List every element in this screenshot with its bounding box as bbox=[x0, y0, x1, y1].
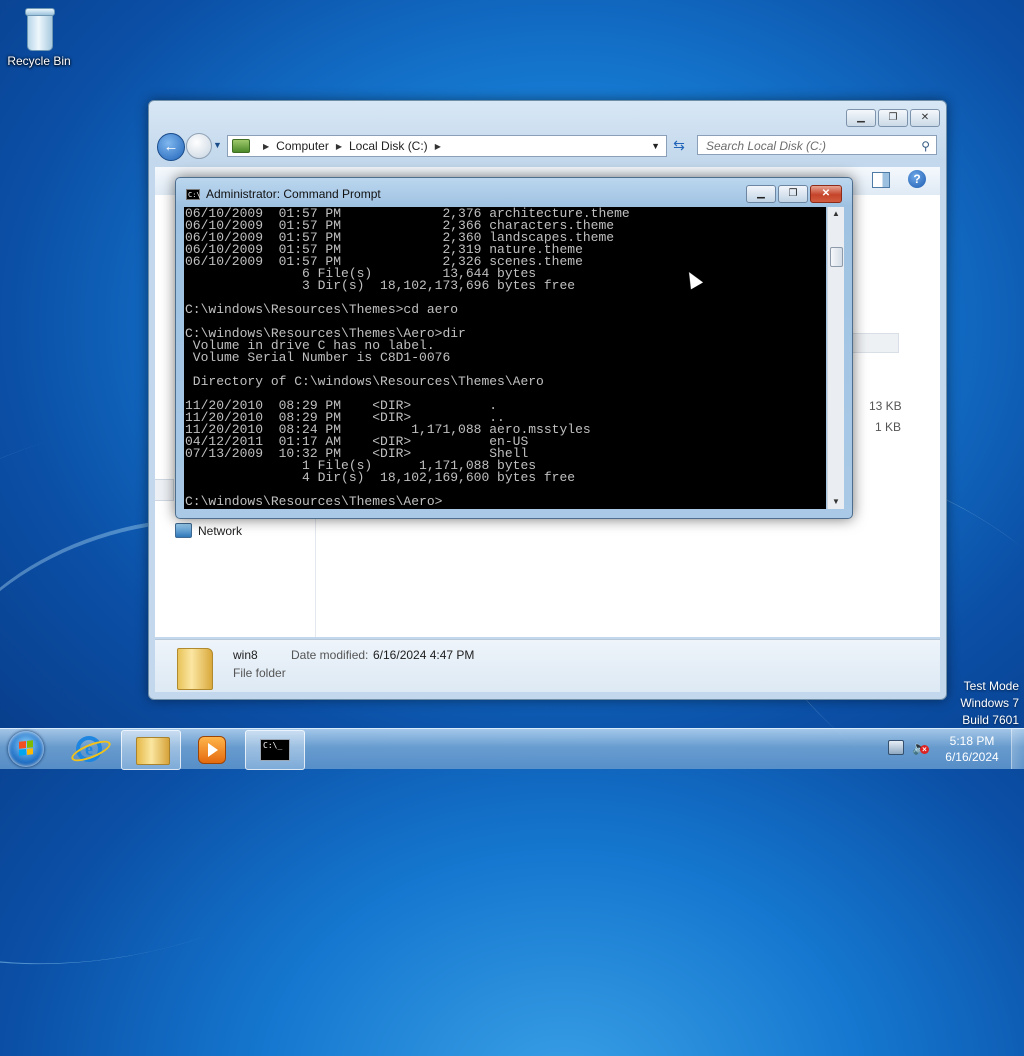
explorer-nav-bar: ← ▼ ▶ Computer ▶ Local Disk (C:) ▶ ▼ ⇆ S… bbox=[157, 133, 938, 161]
scroll-down-icon[interactable]: ▼ bbox=[828, 495, 844, 509]
media-player-icon bbox=[198, 736, 226, 764]
cmd-close-button[interactable]: ✕ bbox=[810, 185, 842, 203]
taskbar-windows-explorer[interactable] bbox=[121, 730, 181, 770]
clock-date: 6/16/2024 bbox=[945, 750, 999, 764]
folder-icon bbox=[136, 737, 170, 765]
details-item-type: File folder bbox=[233, 666, 286, 680]
recycle-bin-shortcut[interactable]: Recycle Bin bbox=[4, 6, 74, 68]
recycle-bin-label: Recycle Bin bbox=[7, 54, 71, 68]
forward-button[interactable] bbox=[186, 133, 212, 159]
breadcrumb-computer[interactable]: Computer bbox=[276, 139, 329, 153]
recycle-bin-icon bbox=[22, 6, 56, 51]
nav-item-network[interactable]: Network bbox=[175, 523, 242, 538]
console-scrollbar[interactable]: ▲ ▼ bbox=[827, 207, 844, 509]
watermark-line: Test Mode bbox=[963, 679, 1019, 693]
scroll-up-icon[interactable]: ▲ bbox=[828, 207, 844, 221]
clock-time: 5:18 PM bbox=[949, 734, 995, 748]
command-prompt-icon: C:\_ bbox=[260, 739, 290, 761]
computer-icon bbox=[232, 139, 250, 153]
cmd-minimize-button[interactable]: ▁ bbox=[746, 185, 776, 203]
start-button[interactable] bbox=[4, 729, 48, 769]
column-header[interactable] bbox=[845, 333, 899, 353]
recent-pages-dropdown-icon[interactable]: ▼ bbox=[213, 140, 222, 150]
taskbar-command-prompt[interactable]: C:\_ bbox=[245, 730, 305, 770]
watermark-line: Windows 7 bbox=[960, 696, 1019, 710]
test-mode-watermark: Test Mode Windows 7 Build 7601 bbox=[960, 678, 1019, 729]
search-placeholder: Search Local Disk (C:) bbox=[706, 139, 827, 153]
notification-area: 🔈× bbox=[888, 740, 929, 756]
console-output[interactable]: 06/10/2009 01:57 PM 2,376 architecture.t… bbox=[184, 207, 826, 509]
details-modified-value: 6/16/2024 4:47 PM bbox=[373, 648, 475, 662]
address-bar[interactable]: ▶ Computer ▶ Local Disk (C:) ▶ ▼ bbox=[227, 135, 667, 157]
taskbar-media-player[interactable] bbox=[182, 730, 240, 768]
network-icon bbox=[175, 523, 192, 538]
explorer-window-controls: ▁ ❐ ✕ bbox=[846, 109, 940, 127]
system-clock[interactable]: 5:18 PM 6/16/2024 bbox=[934, 733, 1010, 765]
scroll-thumb[interactable] bbox=[830, 247, 843, 267]
explorer-maximize-button[interactable]: ❐ bbox=[878, 109, 908, 127]
console-text: 06/10/2009 01:57 PM 2,376 architecture.t… bbox=[185, 207, 630, 509]
cmd-titlebar[interactable]: C:\ Administrator: Command Prompt bbox=[186, 187, 381, 201]
preview-pane-icon[interactable] bbox=[872, 172, 890, 188]
details-item-name: win8 bbox=[233, 648, 258, 662]
taskbar-internet-explorer[interactable]: e bbox=[60, 730, 118, 768]
windows-logo-icon bbox=[19, 740, 33, 756]
details-modified-label: Date modified: bbox=[291, 648, 369, 662]
chevron-right-icon[interactable]: ▶ bbox=[435, 142, 441, 151]
search-icon[interactable]: ⚲ bbox=[921, 136, 930, 156]
help-icon[interactable]: ? bbox=[908, 170, 926, 188]
show-desktop-button[interactable] bbox=[1011, 729, 1024, 769]
cmd-maximize-button[interactable]: ❐ bbox=[778, 185, 808, 203]
nav-pane-item-highlight[interactable] bbox=[155, 479, 174, 501]
explorer-minimize-button[interactable]: ▁ bbox=[846, 109, 876, 127]
refresh-icon[interactable]: ⇆ bbox=[669, 135, 689, 155]
file-size: 13 KB bbox=[869, 399, 902, 413]
address-dropdown-icon[interactable]: ▼ bbox=[651, 141, 660, 151]
volume-muted-icon[interactable]: 🔈× bbox=[912, 740, 929, 756]
chevron-right-icon[interactable]: ▶ bbox=[263, 142, 269, 151]
watermark-line: Build 7601 bbox=[962, 713, 1019, 727]
details-pane: win8 File folder Date modified: 6/16/202… bbox=[155, 639, 940, 692]
breadcrumb-local-disk[interactable]: Local Disk (C:) bbox=[349, 139, 428, 153]
cmd-window-controls: ▁ ❐ ✕ bbox=[746, 185, 842, 203]
chevron-right-icon[interactable]: ▶ bbox=[336, 142, 342, 151]
nav-item-network-label: Network bbox=[198, 523, 243, 538]
cmd-title: Administrator: Command Prompt bbox=[206, 187, 381, 201]
search-input[interactable]: Search Local Disk (C:) ⚲ bbox=[697, 135, 937, 155]
back-button[interactable]: ← bbox=[157, 133, 185, 161]
folder-icon bbox=[177, 648, 213, 690]
network-status-icon[interactable] bbox=[888, 740, 904, 755]
start-orb-icon bbox=[8, 731, 44, 767]
file-size: 1 KB bbox=[875, 420, 902, 434]
cmd-app-icon: C:\ bbox=[186, 188, 201, 200]
taskbar: e C:\_ 🔈× 5:18 PM 6/16/2024 bbox=[0, 728, 1024, 770]
command-prompt-window[interactable]: C:\ Administrator: Command Prompt ▁ ❐ ✕ … bbox=[175, 177, 853, 519]
explorer-close-button[interactable]: ✕ bbox=[910, 109, 940, 127]
